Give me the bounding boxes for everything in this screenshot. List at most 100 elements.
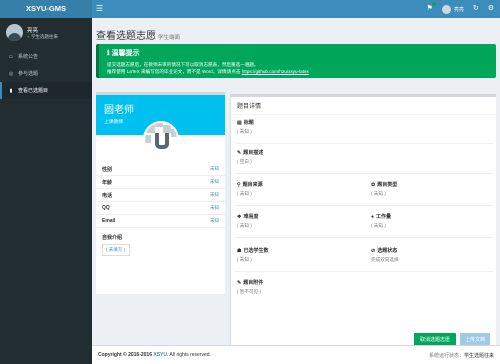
sidebar-item-announcement[interactable]: ▭ 系统公告 <box>0 48 92 65</box>
copyright-text: Copyright © 2016-2016 <box>98 352 152 358</box>
teacher-avatar <box>143 121 179 157</box>
info-value: 未知 <box>210 179 219 184</box>
user-panel: 亮亮 ● 学生选题往来 <box>0 18 92 48</box>
bookmark-icon: ▮ <box>9 87 13 94</box>
field-type: ✿ 题目类型 ( 未知 ) <box>371 181 397 197</box>
sidebar-user-status: ● 学生选题往来 <box>27 34 58 40</box>
menu-icon[interactable]: ☰ <box>96 4 103 14</box>
latex-link[interactable]: https://github.com/h2u/xsyu-latex <box>242 69 309 74</box>
pencil-icon: ✎ <box>237 149 242 156</box>
page-subtitle: 学生端面 <box>158 35 181 41</box>
info-row-phone: 电话 未知 <box>96 189 225 202</box>
callout-title: ℹ 温馨提示 <box>107 50 140 57</box>
info-key: 电话 <box>102 192 113 199</box>
info-value: 未知 <box>210 205 219 210</box>
logo-text: XSYU-GMS <box>25 4 66 13</box>
field-workload: ● 工作量 ( 未知 ) <box>371 213 391 229</box>
page-title: 查看选题志愿 学生端面 <box>96 27 180 42</box>
info-value: 未知 <box>210 218 219 223</box>
teacher-profile-card: 圆老师 上课教师 性别 未知 年龄 未知 电话 未知 QQ 未知 Email 未知 自我介… <box>96 92 225 294</box>
field-topic: ▤ 标题 ( 未知 ) <box>237 119 254 135</box>
copyright: Copyright © 2016-2016 XSYU. All rights r… <box>98 352 211 358</box>
sidebar-item-select-topic[interactable]: ◎ 参与选题 <box>0 65 92 82</box>
check-circle-icon: ⊘ <box>371 247 376 254</box>
field-source: ⚲ 题目来源 ( 未知 ) <box>237 181 263 197</box>
field-description: ✎ 题目描述 ( 空白 ) <box>237 149 263 165</box>
sidebar-item-label: 系统公告 <box>18 54 39 60</box>
footer-right: 系统运行状态：学生选题往来 <box>429 352 494 359</box>
info-row-gender: 性别 未知 <box>96 163 225 176</box>
field-label-text: 题目类型 <box>377 182 398 188</box>
cubes-icon: ❖ <box>237 213 242 220</box>
app-logo[interactable]: XSYU-GMS <box>0 0 92 18</box>
field-label-text: 题目描述 <box>243 150 264 156</box>
field-value: ( 未知 ) <box>371 223 386 228</box>
sidebar: 亮亮 ● 学生选题往来 ▭ 系统公告 ◎ 参与选题 ▮ 查看已选题目 <box>0 18 92 364</box>
info-key: Email <box>102 218 116 224</box>
field-label-text: 已选学生数 <box>243 248 269 254</box>
info-key: 年龄 <box>102 179 113 186</box>
topic-detail-box: 题目详情 ▤ 标题 ( 未知 ) ✎ 题目描述 ( 空白 ) ⚲ 题目来源 ( 未知 … <box>230 94 496 348</box>
sidebar-status-text: 学生选题往来 <box>30 34 58 39</box>
field-value: ( 未知 ) <box>237 191 252 196</box>
field-value: ( 未知 ) <box>371 191 386 196</box>
callout-line-1: 提交选题志愿后，在教师未审的情况下可以取消志愿表，然后重选一遍题。 <box>107 62 259 67</box>
footer: Copyright © 2016-2016 XSYU. All rights r… <box>92 345 500 364</box>
field-value: ( 未知 ) <box>237 223 252 228</box>
field-label: ✎ 题目附件 <box>237 279 264 287</box>
notification-badge <box>431 2 436 6</box>
desktop-icon: ▭ <box>8 53 14 60</box>
field-selected-count: ☗ 已选学生数 ( 未知 ) <box>237 247 269 263</box>
field-label: ✿ 题目类型 <box>371 181 398 189</box>
sidebar-item-view-selected[interactable]: ▮ 查看已选题目 <box>0 82 92 99</box>
info-value: 未知 <box>210 166 219 171</box>
navbar-right: ⚑ 亮亮 ↻ ⚙ <box>427 0 494 18</box>
user-menu-name: 亮亮 <box>453 6 464 13</box>
info-row-email: Email 未知 <box>96 215 225 228</box>
field-label: ⊘ 选题状态 <box>371 247 399 255</box>
teacher-info-list: 性别 未知 年龄 未知 电话 未知 QQ 未知 Email 未知 自我介绍 ( 未填写 ) <box>96 163 225 256</box>
detail-title: 题目详情 <box>231 97 496 115</box>
field-value: ( 空白 ) <box>237 159 252 164</box>
rights-text: All rights reserved. <box>169 352 211 358</box>
sidebar-item-label: 查看已选题目 <box>18 88 49 94</box>
self-intro-label: 自我介绍 <box>102 235 123 241</box>
field-label-text: 标题 <box>243 120 254 126</box>
info-key: QQ <box>102 205 110 211</box>
field-label: ⚲ 题目来源 <box>237 181 263 189</box>
field-label-text: 题目附件 <box>243 280 264 286</box>
refresh-icon[interactable]: ↻ <box>473 4 479 14</box>
user-avatar-large <box>6 24 23 41</box>
online-dot-icon: ● <box>27 34 30 39</box>
footer-status-label: 系统运行状态： <box>428 352 464 359</box>
field-difficulty: ❖ 难易度 ( 未知 ) <box>237 213 259 229</box>
field-label: ● 工作量 <box>371 213 391 221</box>
info-row-qq: QQ 未知 <box>96 202 225 215</box>
users-icon: ☗ <box>237 247 242 254</box>
flag-icon[interactable]: ⚑ <box>427 2 436 14</box>
paperclip-icon: ✎ <box>237 279 242 286</box>
footer-status-value: 学生选题往来 <box>463 352 494 359</box>
field-label: ☗ 已选学生数 <box>237 247 269 255</box>
field-value: ( 未知 ) <box>237 129 252 134</box>
callout-line-2-text: 推荐使用 LaTeX 来编写您的毕业论文，而不是 Word，详情请点击 <box>107 69 241 74</box>
user-menu[interactable]: 亮亮 <box>441 4 464 14</box>
field-label: ▤ 标题 <box>237 119 254 127</box>
gear-icon[interactable]: ⚙ <box>488 4 494 14</box>
page-title-text: 查看选题志愿 <box>96 31 156 42</box>
info-row-age: 年龄 未知 <box>96 176 225 189</box>
info-value: 未知 <box>210 192 219 197</box>
field-label: ✎ 题目描述 <box>237 149 264 157</box>
field-label-text: 选题状态 <box>377 248 398 254</box>
field-label-text: 题目来源 <box>242 182 263 188</box>
sidebar-user-name: 亮亮 <box>27 28 39 34</box>
brand-link[interactable]: XSYU. <box>153 352 168 358</box>
field-value: ( 未知 ) <box>237 257 252 262</box>
notice-callout: ℹ 温馨提示 提交选题志愿后，在教师未审的情况下可以取消志愿表，然后重选一遍题。… <box>96 44 496 78</box>
field-status: ⊘ 选题状态 完成双向选择 <box>371 247 399 263</box>
field-value: ( 暂不可见 ) <box>237 289 261 294</box>
user-avatar <box>441 4 451 14</box>
callout-line-2: 推荐使用 LaTeX 来编写您的毕业论文，而不是 Word，详情请点击 http… <box>107 68 488 75</box>
globe-icon: ◎ <box>8 70 14 77</box>
field-label-text: 难易度 <box>243 214 259 220</box>
